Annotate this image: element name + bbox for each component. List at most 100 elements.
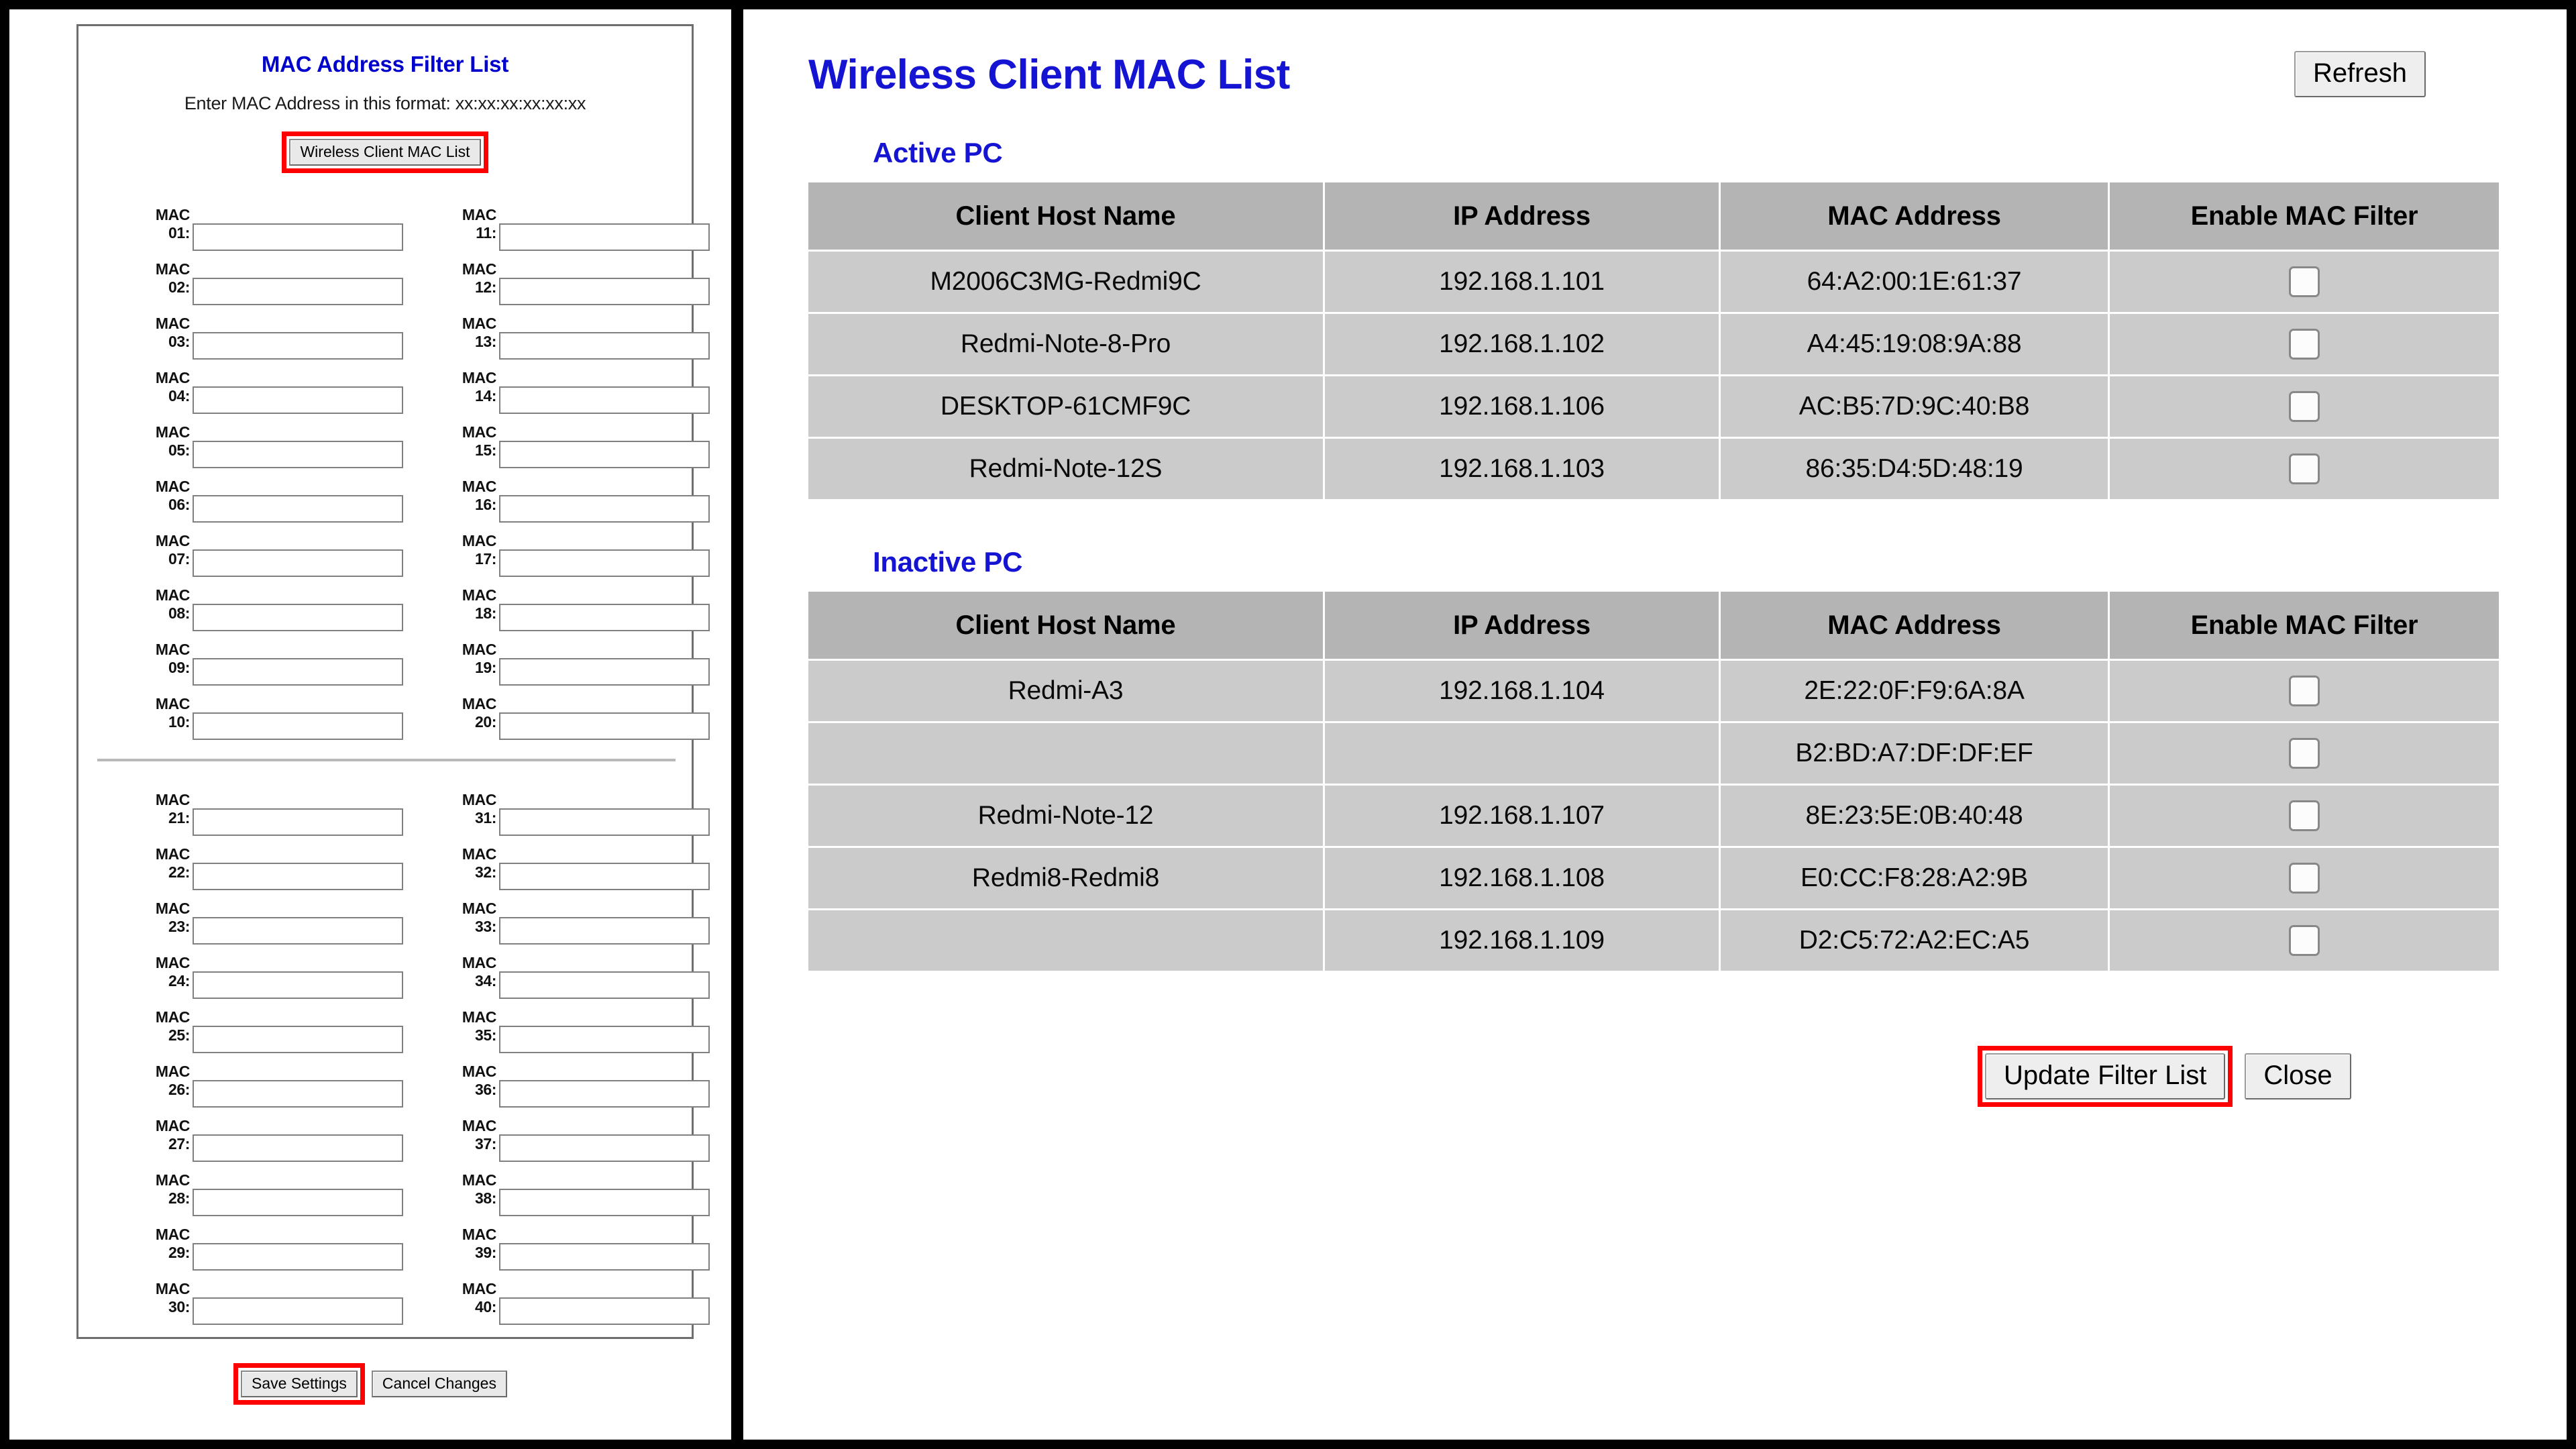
- mac-address-input[interactable]: [193, 1297, 403, 1325]
- cell-client-host-name: Redmi-Note-8-Pro: [808, 314, 1325, 376]
- mac-address-input[interactable]: [499, 1243, 710, 1271]
- mac-address-input[interactable]: [499, 658, 710, 686]
- cell-mac-address: AC:B5:7D:9C:40:B8: [1721, 376, 2110, 439]
- mac-address-input[interactable]: [499, 332, 710, 360]
- cell-enable-mac-filter: [2110, 661, 2499, 723]
- mac-field-column-left: MAC 01: MAC 02: MAC 03: MAC 04: MAC 05: MAC 06: MAC 0…: [78, 206, 403, 749]
- enable-mac-filter-checkbox[interactable]: [2289, 800, 2320, 832]
- mac-address-input[interactable]: [499, 278, 710, 305]
- enable-mac-filter-checkbox[interactable]: [2289, 738, 2320, 769]
- mac-address-input[interactable]: [193, 332, 403, 360]
- cell-ip-address: 192.168.1.102: [1325, 314, 1721, 376]
- enable-mac-filter-checkbox[interactable]: [2289, 863, 2320, 894]
- cell-enable-mac-filter: [2110, 439, 2499, 499]
- mac-field-label: MAC 20:: [462, 695, 497, 731]
- mac-address-input[interactable]: [193, 1134, 403, 1162]
- cell-mac-address: 86:35:D4:5D:48:19: [1721, 439, 2110, 499]
- mac-field-row: MAC 32:: [424, 845, 710, 900]
- mac-address-input[interactable]: [193, 971, 403, 999]
- mac-field-label: MAC 01:: [155, 206, 191, 241]
- cell-mac-address: B2:BD:A7:DF:DF:EF: [1721, 723, 2110, 786]
- mac-field-row: MAC 03:: [117, 315, 403, 369]
- mac-address-input[interactable]: [193, 917, 403, 945]
- mac-address-input[interactable]: [499, 441, 710, 468]
- mac-field-label: MAC 07:: [155, 532, 191, 568]
- mac-address-input[interactable]: [193, 604, 403, 631]
- mac-address-input[interactable]: [193, 495, 403, 523]
- mac-address-input[interactable]: [499, 1297, 710, 1325]
- cell-ip-address: 192.168.1.101: [1325, 252, 1721, 314]
- mac-address-input[interactable]: [499, 971, 710, 999]
- mac-field-row: MAC 08:: [117, 586, 403, 641]
- mac-field-row: MAC 02:: [117, 260, 403, 315]
- mac-field-row: MAC 21:: [117, 791, 403, 845]
- mac-field-label: MAC 27:: [155, 1117, 191, 1152]
- mac-field-label: MAC 30:: [155, 1280, 191, 1316]
- mac-address-input[interactable]: [499, 917, 710, 945]
- mac-filter-list-title: MAC Address Filter List: [261, 52, 509, 76]
- mac-field-label: MAC 34:: [462, 954, 497, 989]
- mac-address-input[interactable]: [193, 712, 403, 740]
- mac-address-input[interactable]: [193, 223, 403, 251]
- cell-client-host-name: Redmi8-Redmi8: [808, 848, 1325, 910]
- update-filter-list-button[interactable]: Update Filter List: [1985, 1053, 2226, 1099]
- wireless-client-mac-list-button[interactable]: Wireless Client MAC List: [289, 139, 481, 166]
- mac-address-input[interactable]: [193, 863, 403, 890]
- table-header-row: Client Host Name IP Address MAC Address …: [808, 592, 2499, 661]
- table-row: Redmi-A3 192.168.1.104 2E:22:0F:F9:6A:8A: [808, 661, 2499, 723]
- config-page-action-buttons: Save Settings Cancel Changes: [9, 1363, 731, 1405]
- mac-address-input[interactable]: [499, 1134, 710, 1162]
- enable-mac-filter-checkbox[interactable]: [2289, 676, 2320, 707]
- cell-ip-address: 192.168.1.104: [1325, 661, 1721, 723]
- enable-mac-filter-checkbox[interactable]: [2289, 266, 2320, 298]
- mac-address-input[interactable]: [499, 808, 710, 836]
- save-settings-button[interactable]: Save Settings: [241, 1371, 358, 1398]
- mac-address-input[interactable]: [499, 1189, 710, 1216]
- enable-mac-filter-checkbox[interactable]: [2289, 391, 2320, 423]
- mac-address-input[interactable]: [193, 1026, 403, 1053]
- close-button[interactable]: Close: [2245, 1053, 2351, 1099]
- mac-address-input[interactable]: [499, 495, 710, 523]
- cell-mac-address: D2:C5:72:A2:EC:A5: [1721, 910, 2110, 971]
- cell-enable-mac-filter: [2110, 376, 2499, 439]
- column-header-ip-address: IP Address: [1325, 592, 1721, 661]
- column-header-mac-address: MAC Address: [1721, 592, 2110, 661]
- mac-address-input[interactable]: [193, 441, 403, 468]
- enable-mac-filter-checkbox[interactable]: [2289, 329, 2320, 360]
- mac-field-label: MAC 26:: [155, 1063, 191, 1098]
- enable-mac-filter-checkbox[interactable]: [2289, 453, 2320, 485]
- mac-field-row: MAC 17:: [424, 532, 710, 586]
- mac-address-input[interactable]: [499, 1026, 710, 1053]
- mac-address-input[interactable]: [499, 712, 710, 740]
- mac-address-input[interactable]: [499, 604, 710, 631]
- mac-address-input[interactable]: [499, 386, 710, 414]
- mac-address-input[interactable]: [193, 1243, 403, 1271]
- mac-field-label: MAC 31:: [462, 791, 497, 826]
- mac-address-input[interactable]: [193, 549, 403, 577]
- mac-field-row: MAC 35:: [424, 1008, 710, 1063]
- mac-address-input[interactable]: [499, 549, 710, 577]
- enable-mac-filter-checkbox[interactable]: [2289, 925, 2320, 957]
- mac-address-input[interactable]: [499, 863, 710, 890]
- mac-address-input[interactable]: [193, 658, 403, 686]
- mac-address-input[interactable]: [193, 1080, 403, 1108]
- mac-address-input[interactable]: [193, 808, 403, 836]
- cell-ip-address: 192.168.1.108: [1325, 848, 1721, 910]
- mac-field-label: MAC 05:: [155, 423, 191, 459]
- mac-field-row: MAC 31:: [424, 791, 710, 845]
- table-row: Redmi8-Redmi8 192.168.1.108 E0:CC:F8:28:A2…: [808, 848, 2499, 910]
- mac-address-input[interactable]: [499, 1080, 710, 1108]
- mac-address-input[interactable]: [499, 223, 710, 251]
- mac-field-label: MAC 28:: [155, 1171, 191, 1207]
- mac-field-row: MAC 05:: [117, 423, 403, 478]
- mac-address-input[interactable]: [193, 278, 403, 305]
- mac-field-label: MAC 09:: [155, 641, 191, 676]
- inactive-pc-table-wrap: Client Host Name IP Address MAC Address …: [808, 592, 2499, 971]
- cell-ip-address: 192.168.1.106: [1325, 376, 1721, 439]
- mac-address-input[interactable]: [193, 386, 403, 414]
- mac-address-input[interactable]: [193, 1189, 403, 1216]
- mac-field-columns: MAC 21: MAC 22: MAC 23: MAC 24: MAC 25: MAC 26: MAC 2…: [78, 791, 710, 1334]
- refresh-button[interactable]: Refresh: [2294, 51, 2426, 97]
- cancel-changes-button[interactable]: Cancel Changes: [371, 1371, 507, 1398]
- mac-field-row: MAC 10:: [117, 695, 403, 749]
